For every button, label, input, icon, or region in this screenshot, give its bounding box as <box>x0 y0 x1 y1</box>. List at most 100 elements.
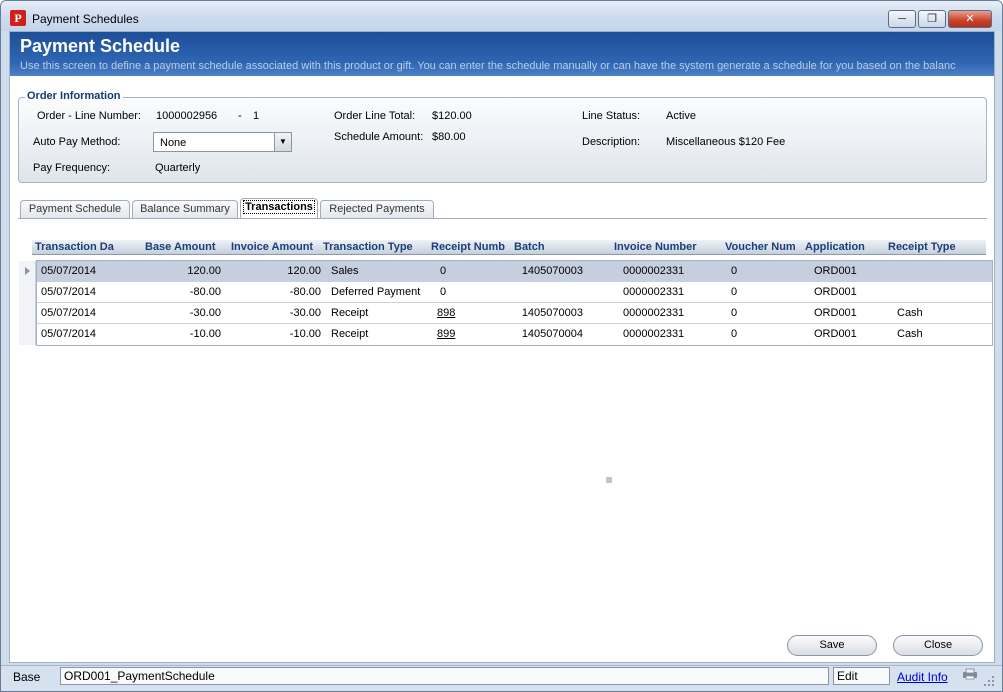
cell-transaction-type: Receipt <box>331 307 369 319</box>
cell-application: ORD001 <box>814 307 857 319</box>
page-banner: Payment Schedule Use this screen to defi… <box>10 32 994 76</box>
auto-pay-method-select[interactable]: None ▼ <box>153 132 292 152</box>
cell-base-amount: 120.00 <box>187 265 221 277</box>
row-selector[interactable] <box>19 282 36 303</box>
page-description: Use this screen to define a payment sche… <box>20 60 956 72</box>
column-header-base-amount[interactable]: Base Amount <box>145 241 231 253</box>
cell-batch: 1405070003 <box>521 307 583 319</box>
window-title: Payment Schedules <box>32 12 139 26</box>
table-row[interactable]: 05/07/2014 -30.00 -30.00 Receipt 898 140… <box>19 303 992 324</box>
status-mode: Edit <box>833 667 890 685</box>
audit-info-link[interactable]: Audit Info <box>897 670 948 684</box>
pay-frequency-value: Quarterly <box>155 162 201 174</box>
column-header-invoice-amount[interactable]: Invoice Amount <box>231 241 323 253</box>
cell-voucher-number: 0 <box>731 265 738 277</box>
cell-application: ORD001 <box>814 286 857 298</box>
cell-transaction-date: 05/07/2014 <box>41 328 97 340</box>
auto-pay-method-label: Auto Pay Method: <box>33 136 121 148</box>
column-header-application[interactable]: Application <box>805 241 887 253</box>
restore-icon[interactable]: ❐ <box>918 10 946 28</box>
close-button[interactable]: Close <box>893 635 983 656</box>
save-button[interactable]: Save <box>787 635 877 656</box>
tab-transactions-label: Transactions <box>243 200 315 214</box>
line-status-value: Active <box>666 110 696 122</box>
grid-header: Transaction Da Base Amount Invoice Amoun… <box>32 240 986 255</box>
row-selector[interactable] <box>19 261 36 282</box>
cell-transaction-type: Deferred Payment <box>331 286 421 298</box>
chevron-down-icon[interactable]: ▼ <box>274 133 291 151</box>
tab-divider <box>18 218 987 219</box>
order-line-total-label: Order Line Total: <box>334 110 416 122</box>
tab-payment-schedule[interactable]: Payment Schedule <box>20 200 130 218</box>
minimize-icon[interactable]: ─ <box>888 10 916 28</box>
transactions-grid-rows: 05/07/2014 120.00 120.00 Sales 0 1405070… <box>19 260 993 346</box>
cell-transaction-type: Receipt <box>331 328 369 340</box>
cell-receipt-number: 0 <box>440 286 447 298</box>
cell-invoice-number: 0000002331 <box>623 286 685 298</box>
table-row[interactable]: 05/07/2014 120.00 120.00 Sales 0 1405070… <box>19 261 992 282</box>
row-selector[interactable] <box>19 303 36 324</box>
payment-schedules-window: P Payment Schedules ─ ❐ ✕ Payment Schedu… <box>0 0 1003 692</box>
column-header-receipt-number[interactable]: Receipt Numb <box>431 241 515 253</box>
cell-invoice-amount: -10.00 <box>289 328 321 340</box>
cell-batch: 1405070004 <box>521 328 583 340</box>
cell-transaction-date: 05/07/2014 <box>41 307 97 319</box>
table-row[interactable]: 05/07/2014 -80.00 -80.00 Deferred Paymen… <box>19 282 992 303</box>
column-header-voucher-number[interactable]: Voucher Num <box>725 241 805 253</box>
cell-transaction-date: 05/07/2014 <box>41 286 97 298</box>
page-title: Payment Schedule <box>20 36 181 56</box>
order-line-dash: - <box>238 110 242 122</box>
cell-base-amount: -80.00 <box>189 286 221 298</box>
column-header-transaction-type[interactable]: Transaction Type <box>323 241 429 253</box>
cell-invoice-number: 0000002331 <box>623 328 685 340</box>
cell-voucher-number: 0 <box>731 286 738 298</box>
column-header-transaction-date[interactable]: Transaction Da <box>35 241 141 253</box>
tab-balance-summary[interactable]: Balance Summary <box>132 200 238 218</box>
cell-transaction-date: 05/07/2014 <box>41 265 97 277</box>
cell-receipt-number: 0 <box>440 265 447 277</box>
column-header-receipt-type[interactable]: Receipt Type <box>888 241 984 253</box>
resize-grip-icon[interactable] <box>984 676 995 687</box>
status-base-label: Base <box>13 670 41 684</box>
cell-voucher-number: 0 <box>731 307 738 319</box>
cell-invoice-amount: 120.00 <box>287 265 321 277</box>
drag-handle-icon[interactable] <box>606 477 612 483</box>
pay-frequency-label: Pay Frequency: <box>33 162 111 174</box>
description-label: Description: <box>582 136 641 148</box>
row-selector[interactable] <box>19 324 36 345</box>
cell-transaction-type: Sales <box>331 265 359 277</box>
app-logo-icon: P <box>10 10 26 26</box>
cell-base-amount: -10.00 <box>189 328 221 340</box>
tab-transactions[interactable]: Transactions <box>240 198 318 218</box>
cell-receipt-type: Cash <box>897 328 923 340</box>
cell-invoice-amount: -30.00 <box>289 307 321 319</box>
status-form-name: ORD001_PaymentSchedule <box>60 667 829 685</box>
cell-application: ORD001 <box>814 265 857 277</box>
auto-pay-method-value: None <box>160 137 187 149</box>
line-number-value: 1 <box>253 110 260 122</box>
cell-application: ORD001 <box>814 328 857 340</box>
column-header-batch[interactable]: Batch <box>514 241 610 253</box>
line-status-label: Line Status: <box>582 110 641 122</box>
order-line-label: Order - Line Number: <box>37 110 141 122</box>
content-area: Payment Schedule Use this screen to defi… <box>9 31 995 663</box>
cell-invoice-amount: -80.00 <box>289 286 321 298</box>
status-bar: Base ORD001_PaymentSchedule Edit Audit I… <box>1 665 1002 691</box>
column-header-invoice-number[interactable]: Invoice Number <box>614 241 722 253</box>
close-window-icon[interactable]: ✕ <box>948 10 992 28</box>
schedule-amount-label: Schedule Amount: <box>334 131 424 143</box>
receipt-number-link[interactable]: 898 <box>437 307 455 319</box>
printer-icon[interactable] <box>962 668 978 680</box>
receipt-number-link[interactable]: 899 <box>437 328 455 340</box>
table-row[interactable]: 05/07/2014 -10.00 -10.00 Receipt 899 140… <box>19 324 992 345</box>
order-number-value: 1000002956 <box>156 110 218 122</box>
order-information-group: Order Information Order - Line Number: 1… <box>18 90 987 183</box>
order-information-legend: Order Information <box>25 90 123 102</box>
row-pointer-icon <box>25 267 30 275</box>
title-bar[interactable]: P Payment Schedules ─ ❐ ✕ <box>1 1 1002 31</box>
cell-voucher-number: 0 <box>731 328 738 340</box>
cell-invoice-number: 0000002331 <box>623 265 685 277</box>
cell-receipt-type: Cash <box>897 307 923 319</box>
tab-rejected-payments[interactable]: Rejected Payments <box>320 200 434 218</box>
order-line-total-value: $120.00 <box>432 110 472 122</box>
